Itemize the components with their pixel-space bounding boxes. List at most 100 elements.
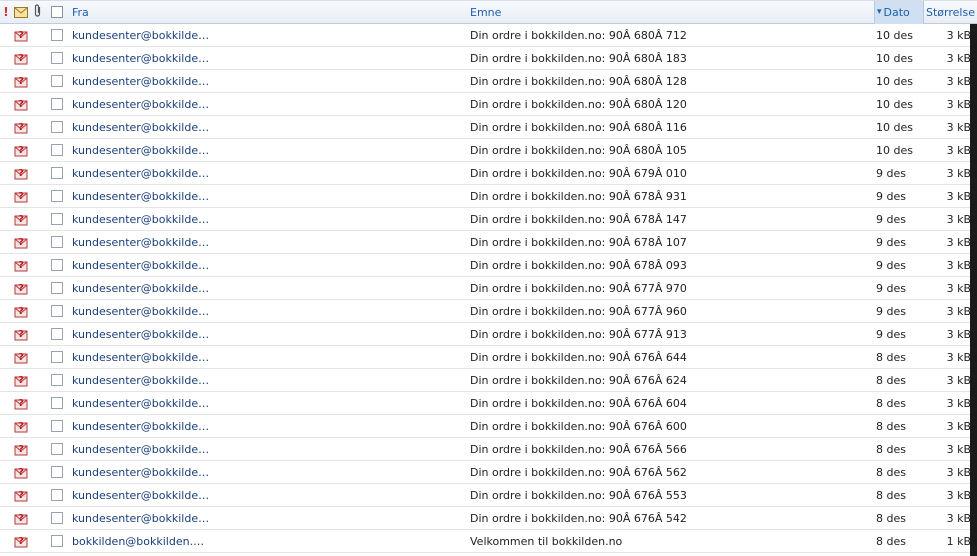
select-cell[interactable] [46,167,68,179]
message-from[interactable]: kundesenter@bokkilde… [68,121,470,134]
select-cell[interactable] [46,282,68,294]
row-checkbox[interactable] [51,466,63,478]
row-checkbox[interactable] [51,305,63,317]
row-checkbox[interactable] [51,98,63,110]
message-from[interactable]: kundesenter@bokkilde… [68,466,470,479]
message-subject[interactable]: Din ordre i bokkilden.no: 90Â 680Â 128 [470,75,874,88]
row-checkbox[interactable] [51,351,63,363]
message-from[interactable]: kundesenter@bokkilde… [68,167,470,180]
message-from[interactable]: kundesenter@bokkilde… [68,443,470,456]
message-row[interactable]: ? kundesenter@bokkilde… Din ordre i bokkil… [0,300,977,323]
message-row[interactable]: ? kundesenter@bokkilde… Din ordre i bokkil… [0,254,977,277]
column-header-subject[interactable]: Emne [470,6,874,19]
column-header-date[interactable]: ▾ Dato [874,0,924,24]
row-checkbox[interactable] [51,397,63,409]
message-row[interactable]: ? kundesenter@bokkilde… Din ordre i bokkil… [0,415,977,438]
message-from[interactable]: kundesenter@bokkilde… [68,351,470,364]
select-cell[interactable] [46,466,68,478]
message-row[interactable]: ? kundesenter@bokkilde… Din ordre i bokkil… [0,346,977,369]
message-subject[interactable]: Velkommen til bokkilden.no [470,535,874,548]
message-row[interactable]: ? kundesenter@bokkilde… Din ordre i bokkil… [0,185,977,208]
message-row[interactable]: ? kundesenter@bokkilde… Din ordre i bokkil… [0,392,977,415]
row-checkbox[interactable] [51,420,63,432]
message-row[interactable]: ? kundesenter@bokkilde… Din ordre i bokkil… [0,70,977,93]
message-from[interactable]: kundesenter@bokkilde… [68,259,470,272]
row-checkbox[interactable] [51,443,63,455]
select-cell[interactable] [46,489,68,501]
message-subject[interactable]: Din ordre i bokkilden.no: 90Â 678Â 107 [470,236,874,249]
message-from[interactable]: kundesenter@bokkilde… [68,305,470,318]
message-from[interactable]: kundesenter@bokkilde… [68,328,470,341]
message-row[interactable]: ? kundesenter@bokkilde… Din ordre i bokkil… [0,93,977,116]
message-from[interactable]: kundesenter@bokkilde… [68,52,470,65]
read-status-column-header[interactable] [12,6,30,18]
message-row[interactable]: ? kundesenter@bokkilde… Din ordre i bokkil… [0,277,977,300]
row-checkbox[interactable] [51,190,63,202]
select-cell[interactable] [46,328,68,340]
row-checkbox[interactable] [51,52,63,64]
column-header-from[interactable]: Fra [68,6,470,19]
message-subject[interactable]: Din ordre i bokkilden.no: 90Â 677Â 960 [470,305,874,318]
message-subject[interactable]: Din ordre i bokkilden.no: 90Â 676Â 566 [470,443,874,456]
select-cell[interactable] [46,397,68,409]
message-row[interactable]: ? kundesenter@bokkilde… Din ordre i bokkil… [0,116,977,139]
select-cell[interactable] [46,52,68,64]
message-from[interactable]: kundesenter@bokkilde… [68,512,470,525]
message-row[interactable]: ? kundesenter@bokkilde… Din ordre i bokkil… [0,461,977,484]
message-row[interactable]: ? kundesenter@bokkilde… Din ordre i bokkil… [0,369,977,392]
column-header-size[interactable]: Størrelse [924,6,975,19]
message-row[interactable]: ? kundesenter@bokkilde… Din ordre i bokkil… [0,323,977,346]
message-subject[interactable]: Din ordre i bokkilden.no: 90Â 677Â 913 [470,328,874,341]
message-subject[interactable]: Din ordre i bokkilden.no: 90Â 676Â 604 [470,397,874,410]
row-checkbox[interactable] [51,512,63,524]
select-cell[interactable] [46,213,68,225]
select-cell[interactable] [46,29,68,41]
message-row[interactable]: ? kundesenter@bokkilde… Din ordre i bokkil… [0,484,977,507]
message-row[interactable]: ? kundesenter@bokkilde… Din ordre i bokkil… [0,139,977,162]
message-from[interactable]: kundesenter@bokkilde… [68,374,470,387]
select-cell[interactable] [46,374,68,386]
message-from[interactable]: bokkilden@bokkilden.… [68,535,470,548]
message-subject[interactable]: Din ordre i bokkilden.no: 90Â 676Â 600 [470,420,874,433]
row-checkbox[interactable] [51,144,63,156]
attachment-column-header[interactable] [30,4,46,20]
message-row[interactable]: ? kundesenter@bokkilde… Din ordre i bokkil… [0,208,977,231]
select-all-column-header[interactable] [46,6,68,18]
message-subject[interactable]: Din ordre i bokkilden.no: 90Â 680Â 183 [470,52,874,65]
row-checkbox[interactable] [51,167,63,179]
message-subject[interactable]: Din ordre i bokkilden.no: 90Â 676Â 542 [470,512,874,525]
message-row[interactable]: ? kundesenter@bokkilde… Din ordre i bokkil… [0,507,977,530]
select-cell[interactable] [46,144,68,156]
row-checkbox[interactable] [51,75,63,87]
row-checkbox[interactable] [51,29,63,41]
message-subject[interactable]: Din ordre i bokkilden.no: 90Â 676Â 644 [470,351,874,364]
row-checkbox[interactable] [51,374,63,386]
select-all-checkbox[interactable] [51,6,63,18]
message-row[interactable]: ? bokkilden@bokkilden.… Velkommen til bokk… [0,530,977,553]
row-checkbox[interactable] [51,213,63,225]
message-subject[interactable]: Din ordre i bokkilden.no: 90Â 678Â 931 [470,190,874,203]
row-checkbox[interactable] [51,236,63,248]
select-cell[interactable] [46,443,68,455]
message-subject[interactable]: Din ordre i bokkilden.no: 90Â 676Â 553 [470,489,874,502]
select-cell[interactable] [46,190,68,202]
message-subject[interactable]: Din ordre i bokkilden.no: 90Â 680Â 105 [470,144,874,157]
message-row[interactable]: ? kundesenter@bokkilde… Din ordre i bokkil… [0,438,977,461]
select-cell[interactable] [46,535,68,547]
select-cell[interactable] [46,236,68,248]
select-cell[interactable] [46,305,68,317]
message-subject[interactable]: Din ordre i bokkilden.no: 90Â 678Â 093 [470,259,874,272]
message-from[interactable]: kundesenter@bokkilde… [68,75,470,88]
priority-column-header[interactable]: ! [0,5,12,19]
message-subject[interactable]: Din ordre i bokkilden.no: 90Â 678Â 147 [470,213,874,226]
message-from[interactable]: kundesenter@bokkilde… [68,29,470,42]
message-from[interactable]: kundesenter@bokkilde… [68,144,470,157]
row-checkbox[interactable] [51,282,63,294]
select-cell[interactable] [46,351,68,363]
message-subject[interactable]: Din ordre i bokkilden.no: 90Â 680Â 712 [470,29,874,42]
scrollbar-edge[interactable] [970,24,977,556]
message-row[interactable]: ? kundesenter@bokkilde… Din ordre i bokkil… [0,24,977,47]
message-from[interactable]: kundesenter@bokkilde… [68,282,470,295]
row-checkbox[interactable] [51,489,63,501]
message-from[interactable]: kundesenter@bokkilde… [68,420,470,433]
